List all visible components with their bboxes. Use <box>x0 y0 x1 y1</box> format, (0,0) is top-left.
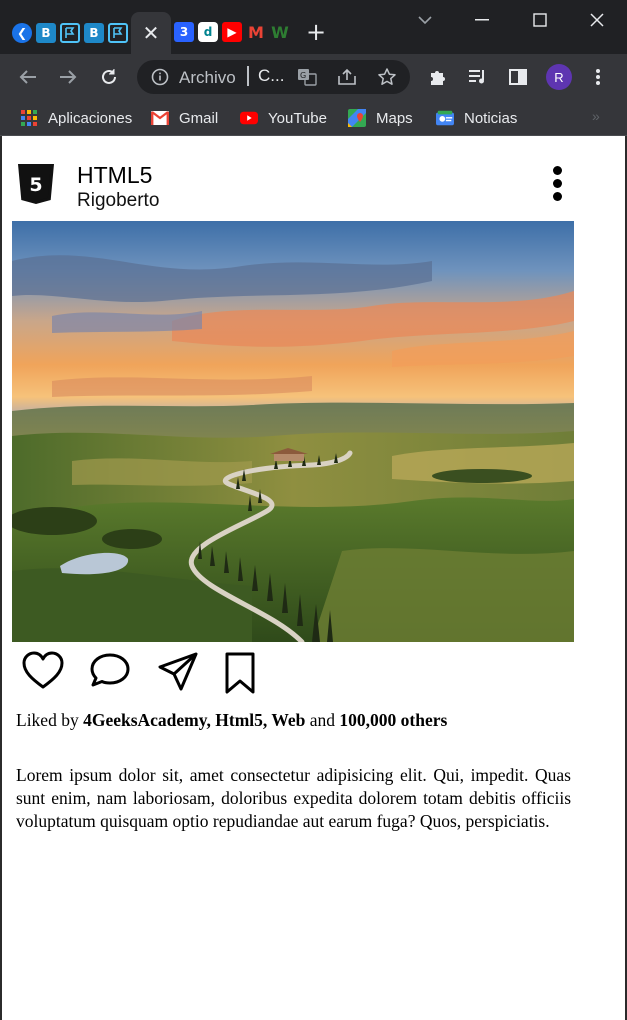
maps-icon <box>348 109 366 127</box>
bookmark-youtube[interactable]: YouTube <box>240 108 327 128</box>
bookmark-label: Gmail <box>179 109 219 127</box>
bookmarks-overflow-icon[interactable]: » <box>592 108 600 124</box>
tab-b-icon-2[interactable]: B <box>84 23 104 43</box>
tab-b-icon[interactable]: B <box>36 23 56 43</box>
tab-youtube-icon[interactable]: ▶ <box>222 22 242 42</box>
likes-summary: Liked by 4GeeksAcademy, Html5, Web and 1… <box>16 710 576 731</box>
tab-w-icon[interactable]: W <box>270 22 290 42</box>
extensions-puzzle-icon[interactable] <box>426 65 450 89</box>
dot <box>553 166 562 175</box>
tab-flag-icon-2[interactable] <box>108 23 128 43</box>
back-arrow-icon[interactable] <box>16 65 40 89</box>
bookmark-icon[interactable] <box>222 651 264 695</box>
minimize-icon[interactable] <box>468 8 496 32</box>
bookmark-maps[interactable]: Maps <box>348 108 413 128</box>
share-icon[interactable] <box>337 68 357 91</box>
youtube-icon <box>240 109 258 127</box>
security-label: Archivo <box>179 68 236 87</box>
likes-others[interactable]: 100,000 others <box>339 710 447 730</box>
tab-css-icon[interactable]: 3 <box>174 22 194 42</box>
close-window-icon[interactable] <box>583 8 611 32</box>
bookmark-gmail[interactable]: Gmail <box>151 108 218 128</box>
gmail-icon <box>151 109 169 127</box>
logo-digit: 5 <box>29 174 42 196</box>
forward-arrow-icon[interactable] <box>56 65 80 89</box>
url-text: C... <box>258 66 285 85</box>
new-tab-button[interactable]: + <box>306 19 326 45</box>
browser-toolbar: Archivo C... G R <box>0 54 627 100</box>
bookmark-star-icon[interactable] <box>377 67 397 92</box>
apps-grid-icon <box>20 109 38 127</box>
bookmark-news[interactable]: Noticias <box>436 108 517 128</box>
send-icon[interactable] <box>157 651 199 695</box>
news-icon <box>436 109 454 127</box>
media-queue-icon[interactable] <box>466 65 490 89</box>
likes-names[interactable]: 4GeeksAcademy, Html5, Web <box>83 710 305 730</box>
browser-tab-strip: ❮ B B ✕ 3 d ▶ M W + <box>0 0 627 54</box>
svg-text:G: G <box>300 71 306 80</box>
tab-gmail-icon[interactable]: M <box>246 22 266 42</box>
dot <box>553 192 562 201</box>
reload-icon[interactable] <box>97 65 121 89</box>
bookmark-label: Noticias <box>464 109 518 127</box>
html5-logo: 5 <box>16 162 56 206</box>
dot <box>553 179 562 188</box>
tab-search-button[interactable] <box>411 8 439 32</box>
post-header: 5 HTML5 Rigoberto <box>16 162 586 212</box>
more-options-button[interactable] <box>550 164 566 204</box>
post-author: Rigoberto <box>77 190 160 211</box>
tab-close-icon[interactable]: ✕ <box>143 21 160 45</box>
bookmarks-bar: Aplicaciones Gmail YouTube Maps Noticias… <box>0 100 627 136</box>
bookmark-apps[interactable]: Aplicaciones <box>20 108 132 128</box>
post-card: 5 HTML5 Rigoberto Liked by 4GeeksAcademy… <box>0 136 627 1020</box>
post-image <box>12 221 574 642</box>
tab-flag-icon[interactable] <box>60 23 80 43</box>
bookmark-label: Maps <box>376 109 413 127</box>
tab-back-icon[interactable]: ❮ <box>12 23 32 43</box>
profile-avatar[interactable]: R <box>546 64 572 90</box>
address-bar[interactable]: Archivo C... G <box>137 60 410 94</box>
likes-prefix: Liked by <box>16 710 79 730</box>
browser-menu-icon[interactable] <box>586 65 610 89</box>
likes-joiner: and <box>309 710 336 730</box>
active-tab[interactable]: ✕ <box>131 12 171 54</box>
more-tabs: 3 d ▶ M W <box>174 22 290 42</box>
post-title: HTML5 <box>77 162 153 188</box>
omnibox-divider <box>247 66 249 86</box>
heart-icon[interactable] <box>22 651 64 695</box>
post-caption: Lorem ipsum dolor sit, amet consectetur … <box>16 765 571 831</box>
translate-icon[interactable]: G <box>297 68 317 91</box>
tab-d-icon[interactable]: d <box>198 22 218 42</box>
pinned-tabs: ❮ B B <box>12 20 128 46</box>
side-panel-icon[interactable] <box>506 65 530 89</box>
comment-icon[interactable] <box>89 651 131 695</box>
info-icon[interactable] <box>151 68 169 91</box>
maximize-icon[interactable] <box>526 8 554 32</box>
bookmark-label: YouTube <box>268 109 327 127</box>
bookmark-label: Aplicaciones <box>48 109 133 127</box>
